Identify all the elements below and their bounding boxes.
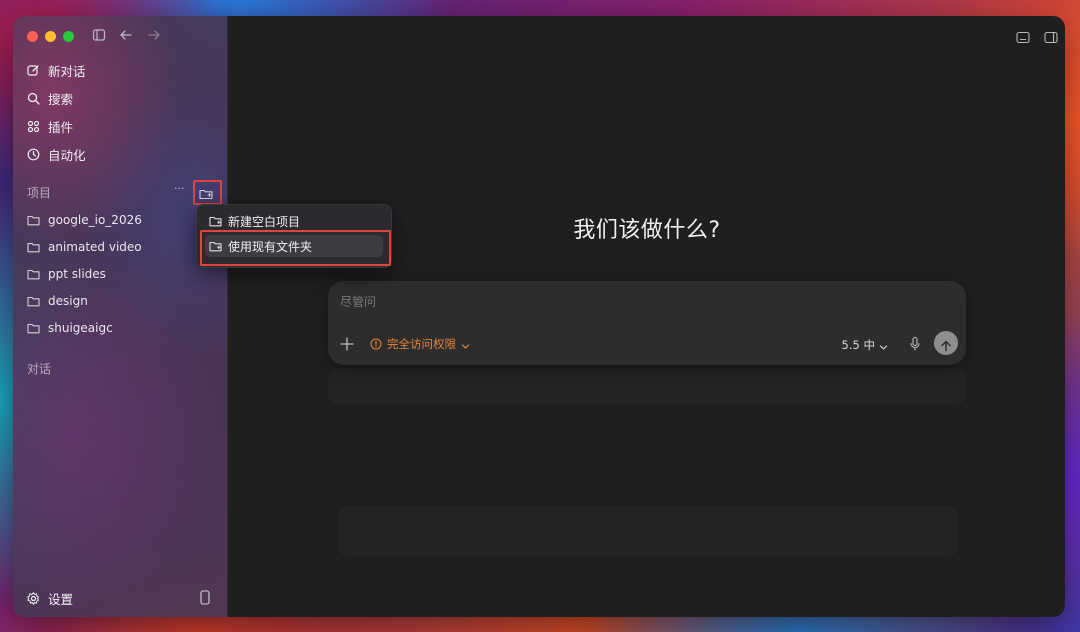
back-arrow-icon[interactable]: [118, 28, 134, 44]
access-permission-dropdown[interactable]: 完全访问权限: [370, 336, 470, 352]
forward-arrow-icon[interactable]: [146, 28, 162, 44]
gear-icon: [27, 591, 40, 605]
composer-input[interactable]: 尽管问: [340, 293, 376, 310]
project-item[interactable]: shuigeaigc: [27, 317, 213, 339]
nav-search[interactable]: 搜索: [27, 86, 213, 110]
project-item[interactable]: animated video: [27, 236, 213, 258]
folder-icon: [27, 215, 40, 226]
add-attachment-icon[interactable]: [340, 336, 354, 351]
nav-search-label: 搜索: [48, 91, 74, 107]
folder-icon: [27, 242, 40, 253]
clock-icon: [27, 148, 40, 161]
shield-icon: [370, 338, 382, 350]
project-item[interactable]: design: [27, 290, 213, 312]
projects-section-label: 项目: [27, 186, 52, 200]
project-label: design: [48, 294, 88, 308]
folder-icon: [27, 323, 40, 334]
menu-item-new-blank-project[interactable]: 新建空白项目: [205, 210, 383, 232]
arrow-up-icon: [940, 337, 952, 352]
microphone-icon[interactable]: [908, 336, 922, 352]
chevron-down-icon: [461, 340, 470, 349]
compose-icon: [27, 64, 40, 77]
menu-item-highlight: [200, 230, 391, 266]
app-window: 新对话 搜索 插件 自动化 项目 ··· google_io_2026 anim…: [13, 16, 1065, 617]
nav-plugins[interactable]: 插件: [27, 114, 213, 138]
settings-button[interactable]: 设置: [27, 586, 213, 610]
new-project-highlight: [193, 180, 222, 205]
nav-new-chat[interactable]: 新对话: [27, 58, 213, 82]
nav-automation[interactable]: 自动化: [27, 142, 213, 166]
folder-icon: [27, 269, 40, 280]
project-item[interactable]: google_io_2026: [27, 209, 213, 231]
nav-automation-label: 自动化: [48, 147, 86, 163]
background-panel: [338, 506, 958, 556]
close-window-button[interactable]: [27, 31, 38, 42]
main-panel: 我们该做什么? 尽管问 完全访问权限 5.5 中: [227, 16, 1065, 617]
project-label: shuigeaigc: [48, 321, 113, 335]
sidebar: 新对话 搜索 插件 自动化 项目 ··· google_io_2026 anim…: [13, 16, 227, 617]
model-label: 5.5 中: [841, 338, 875, 352]
search-icon: [27, 92, 40, 105]
settings-label: 设置: [48, 591, 74, 607]
zoom-window-button[interactable]: [63, 31, 74, 42]
project-item[interactable]: ppt slides: [27, 263, 213, 285]
nav-new-chat-label: 新对话: [48, 63, 86, 79]
plugins-icon: [27, 120, 40, 133]
sidebar-toggle-icon[interactable]: [91, 28, 107, 44]
minimize-window-button[interactable]: [45, 31, 56, 42]
project-label: ppt slides: [48, 267, 106, 281]
send-button[interactable]: [934, 331, 958, 355]
model-selector[interactable]: 5.5 中: [842, 337, 888, 353]
chevron-down-icon: [879, 341, 888, 350]
access-label: 完全访问权限: [387, 337, 456, 351]
nav-plugins-label: 插件: [48, 119, 74, 135]
project-label: animated video: [48, 240, 142, 254]
conversations-section-label: 对话: [27, 362, 52, 376]
side-panel-icon[interactable]: [1044, 29, 1058, 44]
phone-icon[interactable]: [200, 590, 210, 605]
terminal-panel-icon[interactable]: [1016, 29, 1030, 44]
folder-icon: [27, 296, 40, 307]
projects-more-button[interactable]: ···: [174, 182, 185, 195]
window-controls: [27, 31, 74, 42]
project-label: google_io_2026: [48, 213, 142, 227]
menu-item-label: 新建空白项目: [228, 214, 301, 229]
composer-shadow: [328, 368, 966, 404]
folder-plus-icon: [209, 216, 222, 227]
composer[interactable]: 尽管问 完全访问权限 5.5 中: [328, 281, 966, 365]
